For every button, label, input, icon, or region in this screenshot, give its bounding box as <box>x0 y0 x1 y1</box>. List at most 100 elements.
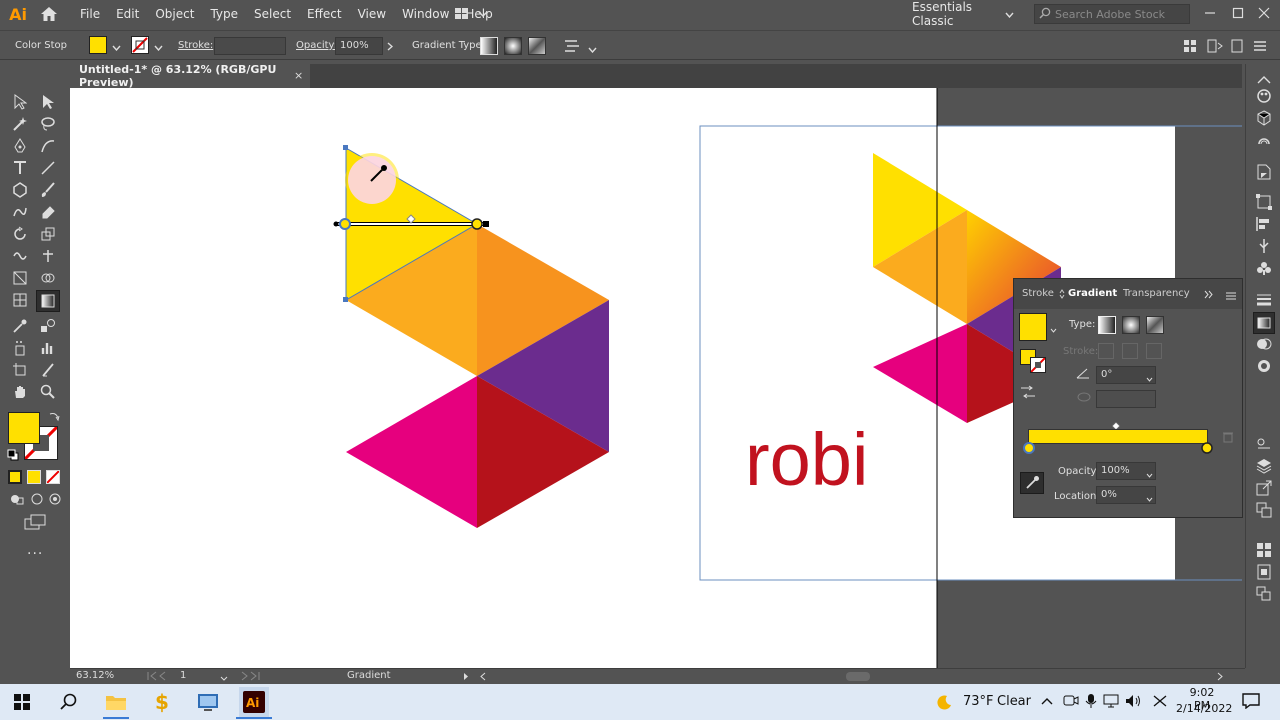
lasso-tool-icon[interactable] <box>38 114 58 134</box>
scale-tool-icon[interactable] <box>38 224 58 244</box>
default-colors-icon[interactable] <box>7 449 19 464</box>
shape-builder-tool-icon[interactable] <box>38 268 58 288</box>
eraser-tool-icon[interactable] <box>38 202 58 222</box>
triangle-magenta[interactable] <box>346 376 477 528</box>
annotator-origin[interactable] <box>333 221 339 227</box>
appearance-panel-icon[interactable] <box>1254 356 1274 376</box>
horizontal-scrollbar-thumb[interactable] <box>846 672 870 681</box>
pathfinder-icon[interactable] <box>1254 540 1274 560</box>
export-panel-icon[interactable] <box>1254 478 1274 498</box>
image-trace-icon[interactable] <box>1254 434 1274 454</box>
align-panel-icon[interactable] <box>1254 214 1274 234</box>
direct-selection-tool-icon[interactable] <box>38 92 58 112</box>
chevron-down-icon[interactable] <box>112 41 121 54</box>
opacity-field[interactable]: 100% <box>335 37 383 55</box>
weather-temperature[interactable]: 73°F <box>963 694 994 709</box>
column-graph-tool-icon[interactable] <box>38 338 58 358</box>
rotate-tool-icon[interactable] <box>10 224 30 244</box>
shape-tool-icon[interactable] <box>10 180 30 200</box>
search-icon[interactable] <box>55 688 83 716</box>
network-icon[interactable] <box>1103 693 1119 712</box>
first-artboard-icon[interactable] <box>145 670 173 685</box>
freeform-gradient-button[interactable] <box>1146 316 1164 334</box>
radial-gradient-button[interactable] <box>504 37 522 55</box>
3d-panel-icon[interactable] <box>1254 108 1274 128</box>
libraries-icon[interactable] <box>1254 130 1274 150</box>
illustrator-taskbar-icon[interactable]: Ai <box>239 687 269 717</box>
magic-wand-tool-icon[interactable] <box>10 114 30 134</box>
stroke-swatch-small[interactable] <box>1030 357 1046 373</box>
pen-tool-icon[interactable] <box>10 136 30 156</box>
close-tab-icon[interactable]: × <box>294 69 303 82</box>
hand-tool-icon[interactable] <box>10 382 30 402</box>
status-menu-icon[interactable] <box>463 672 469 684</box>
color-stop-start[interactable] <box>339 218 351 230</box>
warp-tool-icon[interactable] <box>10 246 30 266</box>
color-stop-start[interactable] <box>1022 441 1036 458</box>
anchor-point[interactable] <box>343 145 348 150</box>
meet-now-icon[interactable] <box>1063 693 1079 712</box>
stroke-panel-icon[interactable] <box>1254 290 1274 310</box>
zoom-tool-icon[interactable] <box>38 382 58 402</box>
edit-toolbar-icon[interactable]: ··· <box>27 546 43 562</box>
eyedropper-icon[interactable] <box>1020 472 1044 494</box>
usb-icon[interactable] <box>1254 236 1274 256</box>
close-window-icon[interactable] <box>1258 7 1270 19</box>
screen-mode-icon[interactable] <box>24 514 46 533</box>
language-icon[interactable] <box>1152 693 1168 712</box>
chevron-right-icon[interactable] <box>387 41 394 54</box>
chevron-down-icon[interactable] <box>220 673 228 684</box>
symbols-panel-icon[interactable] <box>1254 258 1274 278</box>
transparency-panel-icon[interactable] <box>1254 334 1274 354</box>
stock-search-input[interactable]: Search Adobe Stock <box>1034 4 1190 24</box>
color-mode-icon[interactable] <box>8 470 22 484</box>
linear-gradient-button[interactable] <box>1098 316 1116 334</box>
eyedropper-tool-icon[interactable] <box>10 316 30 336</box>
navigator-icon[interactable] <box>1254 562 1274 582</box>
file-explorer-icon[interactable] <box>102 688 130 716</box>
chevron-down-icon[interactable] <box>1146 492 1153 505</box>
artboard-number[interactable]: 1 <box>180 670 220 681</box>
symbol-sprayer-tool-icon[interactable] <box>10 338 30 358</box>
arrange-icon[interactable] <box>1183 39 1197 56</box>
chevron-down-icon[interactable] <box>588 43 597 56</box>
clock-date[interactable]: 2/14/2022 <box>1176 702 1232 715</box>
slice-tool-icon[interactable] <box>38 360 58 380</box>
paintbrush-tool-icon[interactable] <box>38 180 58 200</box>
tab-transparency[interactable]: Transparency <box>1123 288 1190 299</box>
menu-file[interactable]: File <box>72 0 108 28</box>
document-info-icon[interactable] <box>1254 162 1274 182</box>
artboards-panel-icon[interactable] <box>1254 500 1274 520</box>
last-artboard-icon[interactable] <box>234 670 262 685</box>
color-panel-icon[interactable] <box>1254 86 1274 106</box>
scroll-left-icon[interactable] <box>480 672 486 684</box>
anchor-point[interactable] <box>343 297 348 302</box>
volume-icon[interactable] <box>1125 693 1141 712</box>
notifications-icon[interactable] <box>1242 693 1260 712</box>
annotator-end[interactable] <box>483 221 489 227</box>
microphone-icon[interactable] <box>1085 693 1097 712</box>
menu-select[interactable]: Select <box>246 0 299 28</box>
fill-color-large[interactable] <box>8 412 40 444</box>
desktop-app-icon[interactable] <box>194 688 222 716</box>
chevron-down-icon[interactable] <box>154 41 163 54</box>
document-icon[interactable] <box>1230 39 1244 56</box>
menu-window[interactable]: Window <box>394 0 457 28</box>
freeform-gradient-button[interactable] <box>528 37 546 55</box>
layers-panel-icon[interactable] <box>1254 456 1274 476</box>
curvature-tool-icon[interactable] <box>38 136 58 156</box>
chevron-up-icon[interactable] <box>1041 695 1053 708</box>
gradient-panel-icon[interactable] <box>1253 312 1275 334</box>
menu-type[interactable]: Type <box>202 0 246 28</box>
chevron-down-icon[interactable] <box>1050 323 1057 336</box>
draw-normal-icon[interactable] <box>10 492 26 509</box>
gradient-preview-swatch[interactable] <box>1019 313 1047 341</box>
document-tab[interactable]: Untitled-1* @ 63.12% (RGB/GPU Preview) <box>70 63 310 89</box>
panel-menu-icon[interactable] <box>1226 290 1236 303</box>
transform-icon[interactable] <box>1207 39 1223 56</box>
color-stop-end[interactable] <box>1200 441 1214 458</box>
opacity-label[interactable]: Opacity: <box>296 40 337 51</box>
fill-swatch[interactable] <box>89 36 107 54</box>
color-stop-end[interactable] <box>471 218 483 230</box>
menu-view[interactable]: View <box>350 0 394 28</box>
